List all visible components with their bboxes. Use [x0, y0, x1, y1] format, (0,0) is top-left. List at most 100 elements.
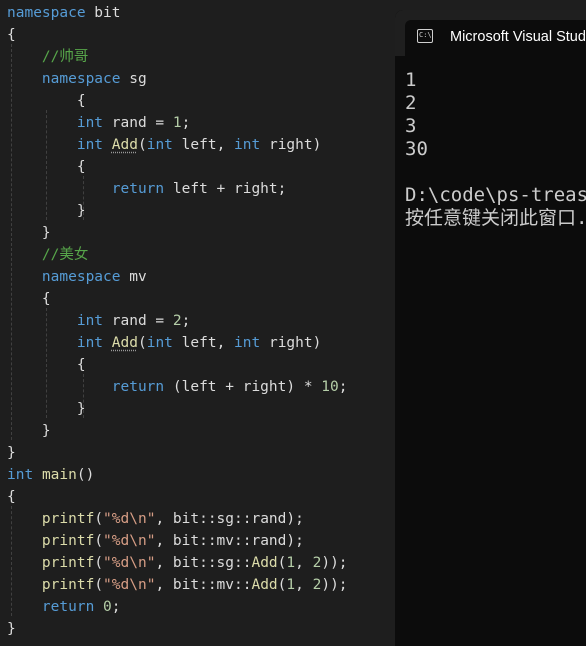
- code-line: }: [7, 420, 51, 442]
- code-line: printf("%d\n", bit::mv::Add(1, 2));: [7, 574, 348, 596]
- code-token: , bit::sg::: [155, 555, 252, 571]
- code-line: }: [7, 222, 51, 244]
- code-token: , bit::mv::: [155, 577, 252, 593]
- code-line: namespace mv: [7, 266, 147, 288]
- code-line: {: [7, 288, 51, 310]
- code-token: left + right;: [164, 181, 287, 197]
- code-line: return 0;: [7, 596, 121, 618]
- code-token: namespace: [7, 5, 86, 21]
- code-token: 1: [172, 115, 182, 131]
- code-line: {: [7, 90, 86, 112]
- code-token: printf: [41, 511, 95, 527]
- console-tab-title: Microsoft Visual Studio Debug Console: [450, 29, 586, 45]
- code-token: printf: [41, 533, 95, 549]
- terminal-icon-label: C:\: [419, 31, 432, 39]
- code-token: (: [94, 511, 104, 527]
- code-line: {: [7, 354, 86, 376]
- code-token: ;: [181, 115, 191, 131]
- code-token: {: [7, 357, 86, 373]
- terminal-icon: C:\: [417, 29, 433, 43]
- code-token: ;: [111, 599, 121, 615]
- code-line: int Add(int left, int right): [7, 332, 322, 354]
- code-token: (: [94, 533, 104, 549]
- code-token: }: [7, 445, 16, 461]
- console-titlebar[interactable]: C:\ Microsoft Visual Studio Debug Consol…: [395, 10, 586, 56]
- code-token: mv: [120, 269, 147, 285]
- code-token: }: [7, 621, 16, 637]
- code-token: {: [7, 489, 16, 505]
- code-token: ));: [321, 577, 348, 593]
- code-token: Add: [251, 577, 278, 593]
- code-token: Add: [111, 335, 138, 351]
- code-line: //帅哥: [7, 46, 88, 68]
- code-token: 10: [321, 379, 339, 395]
- code-token: (: [94, 577, 104, 593]
- code-token: int: [7, 467, 34, 483]
- code-token: int: [76, 335, 104, 351]
- code-token: (: [94, 555, 104, 571]
- code-line: }: [7, 200, 86, 222]
- code-token: namespace: [41, 269, 121, 285]
- code-token: , bit::mv::rand);: [155, 533, 304, 549]
- code-line: int Add(int left, int right): [7, 134, 322, 156]
- code-line: namespace bit: [7, 2, 121, 24]
- code-token: }: [7, 401, 86, 417]
- code-token: "%d\n": [103, 555, 156, 571]
- code-token: right): [260, 137, 322, 153]
- code-token: int: [146, 335, 173, 351]
- code-token: ,: [295, 577, 313, 593]
- console-output-line: 30: [405, 138, 428, 160]
- code-token: "%d\n": [103, 533, 156, 549]
- code-token: sg: [120, 71, 147, 87]
- code-token: return: [41, 599, 95, 615]
- code-token: ;: [338, 379, 348, 395]
- code-line: {: [7, 486, 16, 508]
- code-token: }: [7, 423, 51, 439]
- code-token: (: [137, 335, 147, 351]
- code-token: printf: [41, 577, 95, 593]
- code-token: }: [7, 225, 51, 241]
- console-output-line: 3: [405, 115, 417, 137]
- code-token: return: [111, 379, 165, 395]
- code-token: rand =: [103, 313, 173, 329]
- code-token: {: [7, 291, 51, 307]
- code-token: {: [7, 27, 16, 43]
- code-line: printf("%d\n", bit::sg::rand);: [7, 508, 304, 530]
- code-token: 1: [286, 577, 296, 593]
- code-token: int: [234, 335, 261, 351]
- code-line: {: [7, 156, 86, 178]
- code-token: }: [7, 203, 86, 219]
- console-output-line: 2: [405, 92, 417, 114]
- debug-console-window[interactable]: C:\ Microsoft Visual Studio Debug Consol…: [395, 10, 586, 646]
- code-token: {: [7, 93, 86, 109]
- code-token: 1: [286, 555, 296, 571]
- code-token: {: [7, 159, 86, 175]
- code-token: rand =: [103, 115, 173, 131]
- console-tab[interactable]: C:\ Microsoft Visual Studio Debug Consol…: [405, 20, 586, 56]
- code-token: (): [76, 467, 95, 483]
- code-line: //美女: [7, 244, 88, 266]
- code-token: right): [260, 335, 322, 351]
- code-token: left,: [172, 137, 235, 153]
- code-editor[interactable]: namespace bit { //帅哥 namespace sg { int r…: [0, 0, 395, 646]
- code-token: int: [234, 137, 261, 153]
- code-token: Add: [251, 555, 278, 571]
- code-token: printf: [41, 555, 95, 571]
- code-token: ,: [295, 555, 313, 571]
